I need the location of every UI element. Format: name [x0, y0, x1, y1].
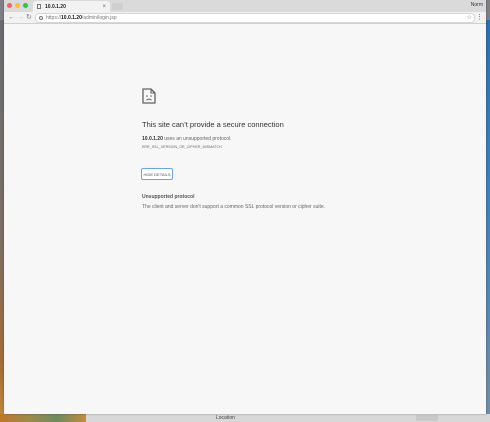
close-window-button[interactable]	[7, 3, 12, 8]
tab-title: 10.0.1.20	[45, 3, 66, 10]
details-text: The client and server don't support a co…	[142, 204, 326, 210]
url-host: 10.0.1.20	[61, 15, 82, 21]
desktop-bottom-strip: Location	[0, 414, 490, 422]
back-arrow-icon[interactable]: ←	[8, 13, 15, 22]
tab-close-icon[interactable]: ×	[102, 4, 106, 10]
browser-window: 10.0.1.20 × Norm ← → ↻ https://10.0.1.20…	[4, 0, 486, 414]
address-bar[interactable]: https://10.0.1.20/admin/login.jsp ☆	[35, 13, 475, 23]
toolbar: ← → ↻ https://10.0.1.20/admin/login.jsp …	[4, 12, 486, 24]
zoom-window-button[interactable]	[23, 3, 28, 8]
sad-document-icon	[142, 88, 156, 104]
error-code: ERR_SSL_VERSION_OR_CIPHER_MISMATCH	[142, 145, 222, 149]
url-text[interactable]: https://10.0.1.20/admin/login.jsp	[46, 15, 117, 21]
details-title: Unsupported protocol	[142, 194, 195, 200]
error-host: 10.0.1.20	[142, 136, 163, 142]
forward-arrow-icon[interactable]: →	[17, 13, 24, 22]
error-description: 10.0.1.20 uses an unsupported protocol.	[142, 136, 232, 142]
error-page: This site can’t provide a secure connect…	[4, 24, 486, 414]
url-scheme: https://	[46, 15, 62, 21]
hide-details-button[interactable]: HIDE DETAILS	[141, 168, 173, 180]
new-tab-button[interactable]	[112, 3, 123, 10]
desktop-photo-thumbnail	[0, 414, 86, 422]
page-icon	[37, 4, 41, 9]
menu-icon[interactable]: ⋮	[476, 13, 483, 22]
minimize-window-button[interactable]	[15, 3, 20, 8]
location-label: Location	[216, 415, 235, 421]
desktop-button[interactable]	[416, 415, 438, 421]
error-heading: This site can’t provide a secure connect…	[142, 120, 284, 129]
url-path: /admin/login.jsp	[81, 15, 117, 21]
bookmark-star-icon[interactable]: ☆	[467, 14, 472, 22]
browser-tab[interactable]: 10.0.1.20 ×	[33, 1, 110, 12]
error-description-text: uses an unsupported protocol.	[162, 136, 232, 142]
site-info-icon[interactable]	[39, 16, 43, 20]
tab-strip: 10.0.1.20 × Norm	[4, 0, 486, 12]
reload-icon[interactable]: ↻	[26, 13, 32, 22]
profile-name[interactable]: Norm	[471, 2, 483, 8]
